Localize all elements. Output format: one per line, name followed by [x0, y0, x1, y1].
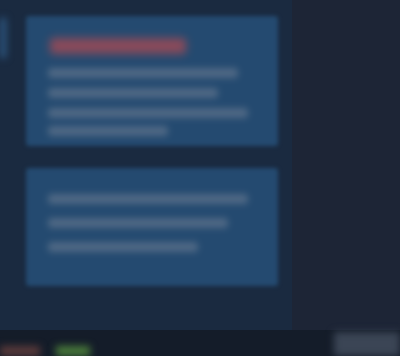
side-edge-indicator — [0, 18, 6, 58]
card-text-line — [48, 126, 168, 136]
card-text-line — [48, 88, 218, 98]
card-text-line — [48, 194, 248, 204]
content-card[interactable] — [26, 16, 278, 146]
status-bar — [0, 330, 400, 356]
card-text-line — [48, 218, 228, 228]
status-bar-right-area[interactable] — [334, 332, 400, 356]
side-panel — [292, 0, 400, 330]
main-content-panel — [0, 0, 292, 330]
card-text-line — [48, 242, 198, 252]
card-text-line — [48, 108, 248, 118]
card-title — [50, 38, 186, 54]
card-text-line — [48, 68, 238, 78]
content-card[interactable] — [26, 168, 278, 286]
status-indicator-red[interactable] — [0, 346, 40, 356]
status-indicator-green[interactable] — [56, 346, 90, 356]
